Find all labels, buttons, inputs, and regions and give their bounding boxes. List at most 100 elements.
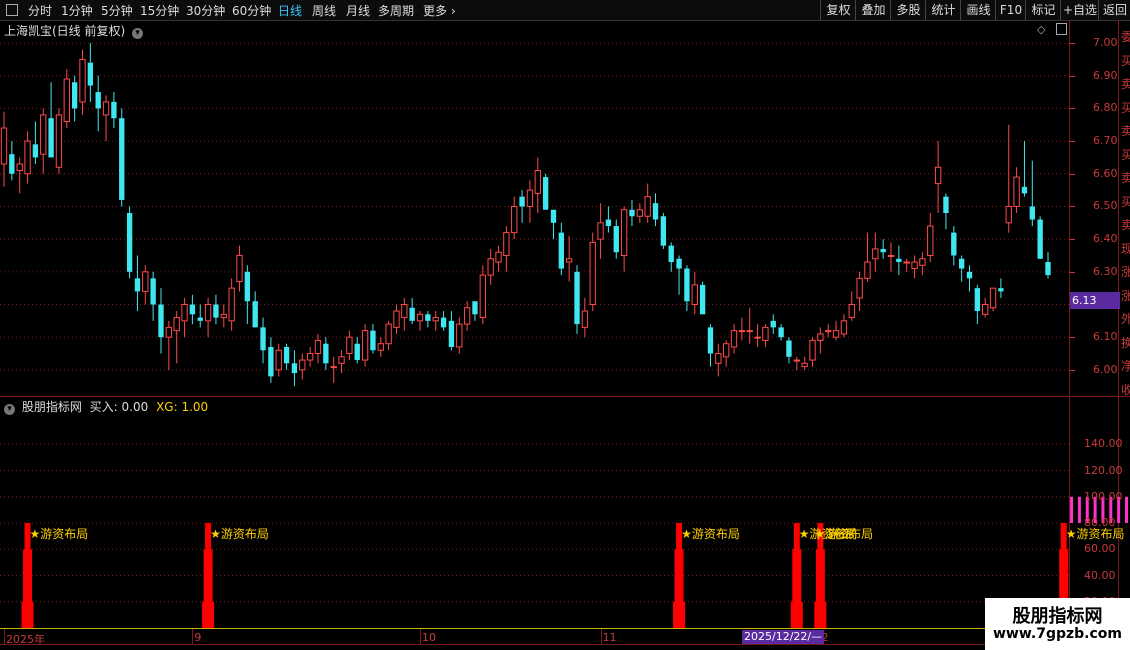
candle — [299, 353, 306, 380]
candle-body — [927, 225, 934, 256]
candle — [487, 248, 494, 285]
main-y-tick-mark — [1070, 337, 1075, 339]
buy-value: 买入: 0.00 — [89, 400, 149, 414]
candle-body — [707, 327, 714, 354]
candle — [903, 258, 910, 272]
candle-body — [872, 248, 879, 260]
candle — [629, 199, 635, 227]
candle — [746, 307, 753, 344]
candle — [142, 265, 149, 305]
candle — [574, 265, 580, 334]
candle-body — [934, 166, 942, 185]
candle-body — [220, 313, 227, 319]
candle-body — [534, 170, 541, 194]
tab-period-2[interactable]: 5分钟 — [101, 2, 133, 19]
candle — [951, 226, 957, 266]
toolbar-button-2[interactable]: 多股 — [890, 0, 926, 20]
candle-body — [770, 320, 776, 328]
tab-period-9[interactable]: 多周期 — [378, 2, 414, 19]
candle — [754, 324, 761, 347]
candle — [385, 320, 392, 351]
candle-body — [943, 196, 949, 213]
toolbar-button-7[interactable]: +自选 — [1060, 0, 1099, 20]
indicator-y-tick: 140.00 — [1084, 437, 1123, 451]
toolbar-button-0[interactable]: 复权 — [820, 0, 856, 20]
diamond-icon[interactable]: ◇ — [1037, 23, 1045, 36]
candle-body — [119, 118, 125, 200]
candle-body — [1029, 206, 1035, 220]
tab-period-3[interactable]: 15分钟 — [140, 2, 179, 19]
signal-bar — [202, 601, 215, 628]
tab-period-5[interactable]: 60分钟 — [232, 2, 271, 19]
right-column-label: 收 — [1121, 382, 1130, 397]
tab-period-10[interactable]: 更多 › — [423, 2, 456, 19]
candle — [173, 311, 180, 364]
toolbar-button-6[interactable]: 标记 — [1025, 0, 1061, 20]
toolbar-button-4[interactable]: 画线 — [960, 0, 996, 20]
candle-body — [487, 258, 494, 276]
signal-label: ★游资布局 — [210, 527, 269, 541]
candle-body — [613, 226, 619, 253]
signal-bar — [790, 601, 803, 628]
candle — [597, 203, 604, 259]
candle-body — [314, 339, 322, 355]
candle — [660, 213, 667, 249]
chevron-down-icon[interactable]: ▾ — [4, 404, 15, 415]
candle — [534, 157, 541, 213]
candle — [880, 239, 886, 259]
chevron-down-icon[interactable]: ▾ — [132, 28, 144, 39]
candle — [361, 324, 369, 367]
toolbar-button-5[interactable]: F10 — [995, 0, 1026, 20]
candle — [872, 232, 879, 272]
stock-title-text: 上海凯宝(日线 前复权) — [4, 24, 126, 38]
tab-period-4[interactable]: 30分钟 — [186, 2, 225, 19]
candle-body — [330, 366, 337, 369]
candle — [102, 95, 110, 142]
candle-body — [896, 258, 902, 263]
window-icon[interactable] — [1056, 23, 1067, 35]
candle-body — [87, 62, 94, 86]
toolbar-button-1[interactable]: 叠加 — [855, 0, 891, 20]
candle — [793, 356, 800, 370]
candle — [778, 324, 784, 341]
candle — [519, 190, 525, 223]
toolbar-button-8[interactable]: 返回 — [1098, 0, 1130, 20]
candle — [55, 108, 63, 174]
tab-period-6[interactable]: 日线 — [278, 2, 302, 19]
candle-body — [660, 216, 667, 246]
menu-icon[interactable] — [6, 4, 18, 16]
candle-body — [856, 277, 863, 299]
toolbar-button-3[interactable]: 统计 — [925, 0, 961, 20]
candle-body — [244, 271, 251, 302]
tab-period-1[interactable]: 1分钟 — [61, 2, 93, 19]
candle-body — [629, 209, 635, 217]
candle — [472, 301, 478, 321]
candle-body — [911, 261, 918, 270]
signal-label: ★游资布局 — [1065, 527, 1125, 541]
candle — [40, 108, 47, 174]
candle-body — [425, 314, 431, 321]
right-column-label: 卖 — [1121, 124, 1130, 138]
right-column-label: 买 — [1121, 53, 1130, 68]
candle — [213, 294, 219, 325]
signal-bar — [23, 549, 33, 628]
candle — [558, 222, 564, 276]
tab-period-7[interactable]: 周线 — [312, 2, 336, 19]
right-column-label: 现 — [1121, 241, 1130, 256]
candle — [314, 333, 322, 364]
right-column-label: 净 — [1121, 359, 1130, 373]
tab-period-0[interactable]: 分时 — [28, 2, 52, 19]
candle — [456, 317, 463, 354]
right-column-label: 涨 — [1121, 288, 1130, 303]
indicator-bars — [21, 496, 1128, 628]
candle — [283, 343, 290, 370]
candle — [346, 330, 353, 361]
signal-bar — [792, 549, 802, 628]
tab-period-8[interactable]: 月线 — [346, 2, 370, 19]
x-tick-label: 9 — [194, 631, 202, 644]
x-tick-label: 10 — [422, 631, 437, 644]
candle-body — [1037, 219, 1043, 259]
candlestick-chart — [0, 20, 1130, 645]
candle — [503, 226, 510, 272]
xg-value: XG: 1.00 — [156, 400, 209, 414]
